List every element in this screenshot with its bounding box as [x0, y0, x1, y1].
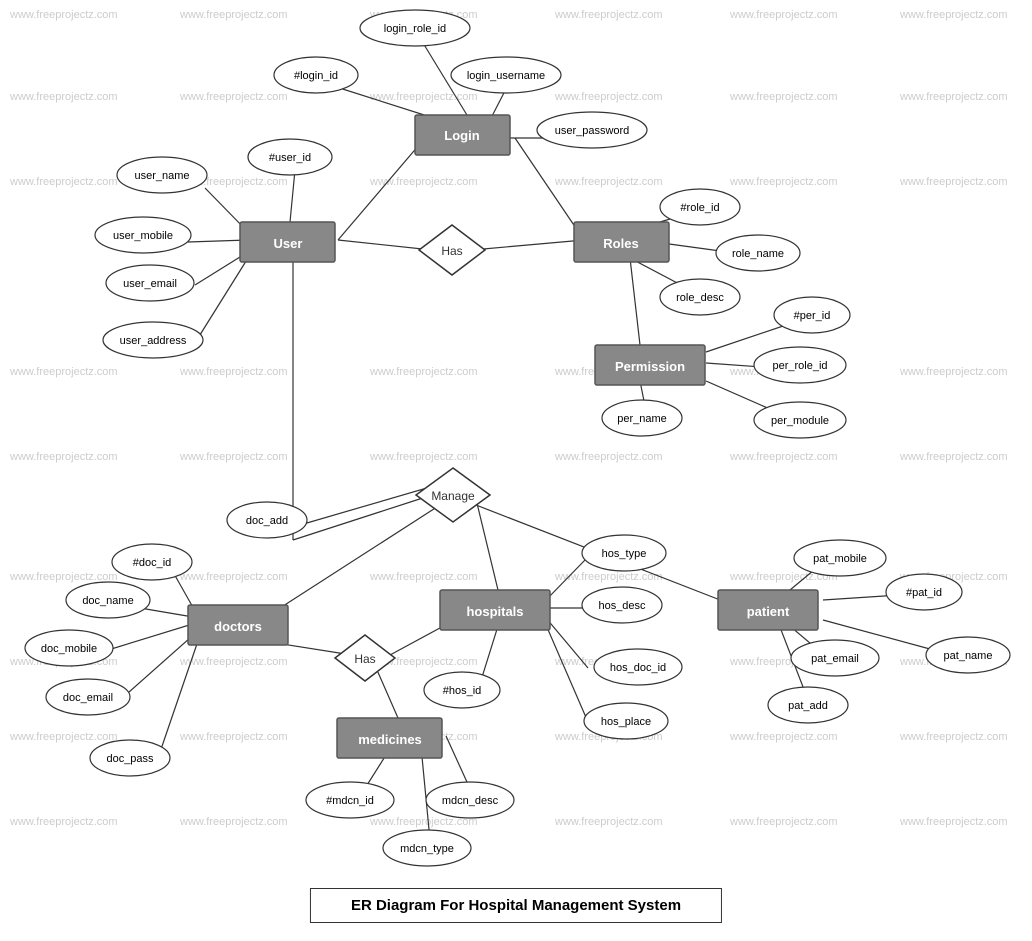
svg-text:www.freeprojectz.com: www.freeprojectz.com	[179, 731, 288, 743]
svg-text:mdcn_type: mdcn_type	[400, 843, 454, 855]
svg-text:Roles: Roles	[603, 236, 638, 251]
svg-text:pat_add: pat_add	[788, 700, 828, 712]
svg-text:www.freeprojectz.com: www.freeprojectz.com	[369, 451, 478, 463]
svg-text:hos_place: hos_place	[601, 716, 651, 728]
svg-text:www.freeprojectz.com: www.freeprojectz.com	[369, 366, 478, 378]
svg-text:pat_email: pat_email	[811, 653, 859, 665]
svg-text:www.freeprojectz.com: www.freeprojectz.com	[9, 9, 118, 21]
svg-text:medicines: medicines	[358, 732, 422, 747]
svg-text:www.freeprojectz.com: www.freeprojectz.com	[179, 571, 288, 583]
svg-text:www.freeprojectz.com: www.freeprojectz.com	[899, 91, 1008, 103]
svg-text:doc_pass: doc_pass	[106, 753, 154, 765]
svg-text:www.freeprojectz.com: www.freeprojectz.com	[554, 9, 663, 21]
svg-text:#doc_id: #doc_id	[133, 557, 172, 569]
svg-text:www.freeprojectz.com: www.freeprojectz.com	[554, 816, 663, 828]
diagram-title: ER Diagram For Hospital Management Syste…	[310, 888, 722, 923]
svg-text:www.freeprojectz.com: www.freeprojectz.com	[179, 9, 288, 21]
svg-text:per_role_id: per_role_id	[772, 360, 827, 372]
svg-text:login_role_id: login_role_id	[384, 23, 446, 35]
svg-text:Has: Has	[441, 244, 462, 258]
svg-text:www.freeprojectz.com: www.freeprojectz.com	[9, 176, 118, 188]
svg-text:user_address: user_address	[120, 335, 187, 347]
svg-text:www.freeprojectz.com: www.freeprojectz.com	[369, 91, 478, 103]
svg-text:Manage: Manage	[431, 489, 475, 503]
svg-text:hospitals: hospitals	[466, 604, 523, 619]
svg-text:mdcn_desc: mdcn_desc	[442, 795, 499, 807]
svg-text:#per_id: #per_id	[794, 310, 831, 322]
svg-text:www.freeprojectz.com: www.freeprojectz.com	[729, 816, 838, 828]
svg-text:www.freeprojectz.com: www.freeprojectz.com	[179, 91, 288, 103]
svg-text:Has: Has	[354, 652, 375, 666]
svg-text:www.freeprojectz.com: www.freeprojectz.com	[9, 571, 118, 583]
svg-text:www.freeprojectz.com: www.freeprojectz.com	[9, 91, 118, 103]
svg-text:#hos_id: #hos_id	[443, 685, 482, 697]
svg-text:www.freeprojectz.com: www.freeprojectz.com	[179, 451, 288, 463]
svg-text:www.freeprojectz.com: www.freeprojectz.com	[369, 571, 478, 583]
svg-text:doc_mobile: doc_mobile	[41, 643, 97, 655]
svg-text:www.freeprojectz.com: www.freeprojectz.com	[899, 816, 1008, 828]
svg-text:#mdcn_id: #mdcn_id	[326, 795, 374, 807]
er-diagram: www.freeprojectz.com www.freeprojectz.co…	[0, 0, 1032, 941]
svg-text:role_name: role_name	[732, 248, 784, 260]
svg-text:hos_type: hos_type	[602, 548, 647, 560]
svg-text:www.freeprojectz.com: www.freeprojectz.com	[899, 451, 1008, 463]
svg-text:www.freeprojectz.com: www.freeprojectz.com	[899, 176, 1008, 188]
svg-text:www.freeprojectz.com: www.freeprojectz.com	[899, 9, 1008, 21]
svg-text:User: User	[274, 236, 303, 251]
svg-text:www.freeprojectz.com: www.freeprojectz.com	[179, 656, 288, 668]
svg-text:login_username: login_username	[467, 70, 545, 82]
svg-text:user_password: user_password	[555, 125, 630, 137]
svg-text:www.freeprojectz.com: www.freeprojectz.com	[9, 816, 118, 828]
svg-text:www.freeprojectz.com: www.freeprojectz.com	[729, 731, 838, 743]
svg-text:#role_id: #role_id	[680, 202, 719, 214]
svg-text:Login: Login	[444, 128, 479, 143]
svg-text:www.freeprojectz.com: www.freeprojectz.com	[554, 451, 663, 463]
svg-text:www.freeprojectz.com: www.freeprojectz.com	[9, 731, 118, 743]
svg-text:Permission: Permission	[615, 359, 685, 374]
svg-text:hos_desc: hos_desc	[598, 600, 646, 612]
svg-text:www.freeprojectz.com: www.freeprojectz.com	[729, 9, 838, 21]
svg-text:#pat_id: #pat_id	[906, 587, 942, 599]
svg-text:www.freeprojectz.com: www.freeprojectz.com	[554, 176, 663, 188]
svg-text:user_email: user_email	[123, 278, 177, 290]
svg-text:www.freeprojectz.com: www.freeprojectz.com	[9, 451, 118, 463]
svg-text:user_name: user_name	[134, 170, 189, 182]
svg-text:www.freeprojectz.com: www.freeprojectz.com	[179, 816, 288, 828]
svg-text:www.freeprojectz.com: www.freeprojectz.com	[729, 91, 838, 103]
svg-text:www.freeprojectz.com: www.freeprojectz.com	[554, 91, 663, 103]
svg-text:pat_name: pat_name	[944, 650, 993, 662]
svg-text:www.freeprojectz.com: www.freeprojectz.com	[9, 366, 118, 378]
svg-text:per_name: per_name	[617, 413, 667, 425]
svg-text:patient: patient	[747, 604, 790, 619]
svg-text:#user_id: #user_id	[269, 152, 311, 164]
svg-text:per_module: per_module	[771, 415, 829, 427]
svg-text:www.freeprojectz.com: www.freeprojectz.com	[899, 731, 1008, 743]
svg-text:doc_add: doc_add	[246, 515, 288, 527]
svg-text:hos_doc_id: hos_doc_id	[610, 662, 666, 674]
svg-text:www.freeprojectz.com: www.freeprojectz.com	[179, 366, 288, 378]
svg-text:#login_id: #login_id	[294, 70, 338, 82]
svg-text:www.freeprojectz.com: www.freeprojectz.com	[554, 571, 663, 583]
svg-text:user_mobile: user_mobile	[113, 230, 173, 242]
svg-text:www.freeprojectz.com: www.freeprojectz.com	[729, 176, 838, 188]
svg-text:role_desc: role_desc	[676, 292, 724, 304]
svg-text:doc_name: doc_name	[82, 595, 133, 607]
svg-text:doc_email: doc_email	[63, 692, 113, 704]
svg-text:www.freeprojectz.com: www.freeprojectz.com	[729, 451, 838, 463]
svg-text:www.freeprojectz.com: www.freeprojectz.com	[899, 366, 1008, 378]
svg-text:doctors: doctors	[214, 619, 262, 634]
svg-text:www.freeprojectz.com: www.freeprojectz.com	[369, 176, 478, 188]
svg-text:pat_mobile: pat_mobile	[813, 553, 867, 565]
